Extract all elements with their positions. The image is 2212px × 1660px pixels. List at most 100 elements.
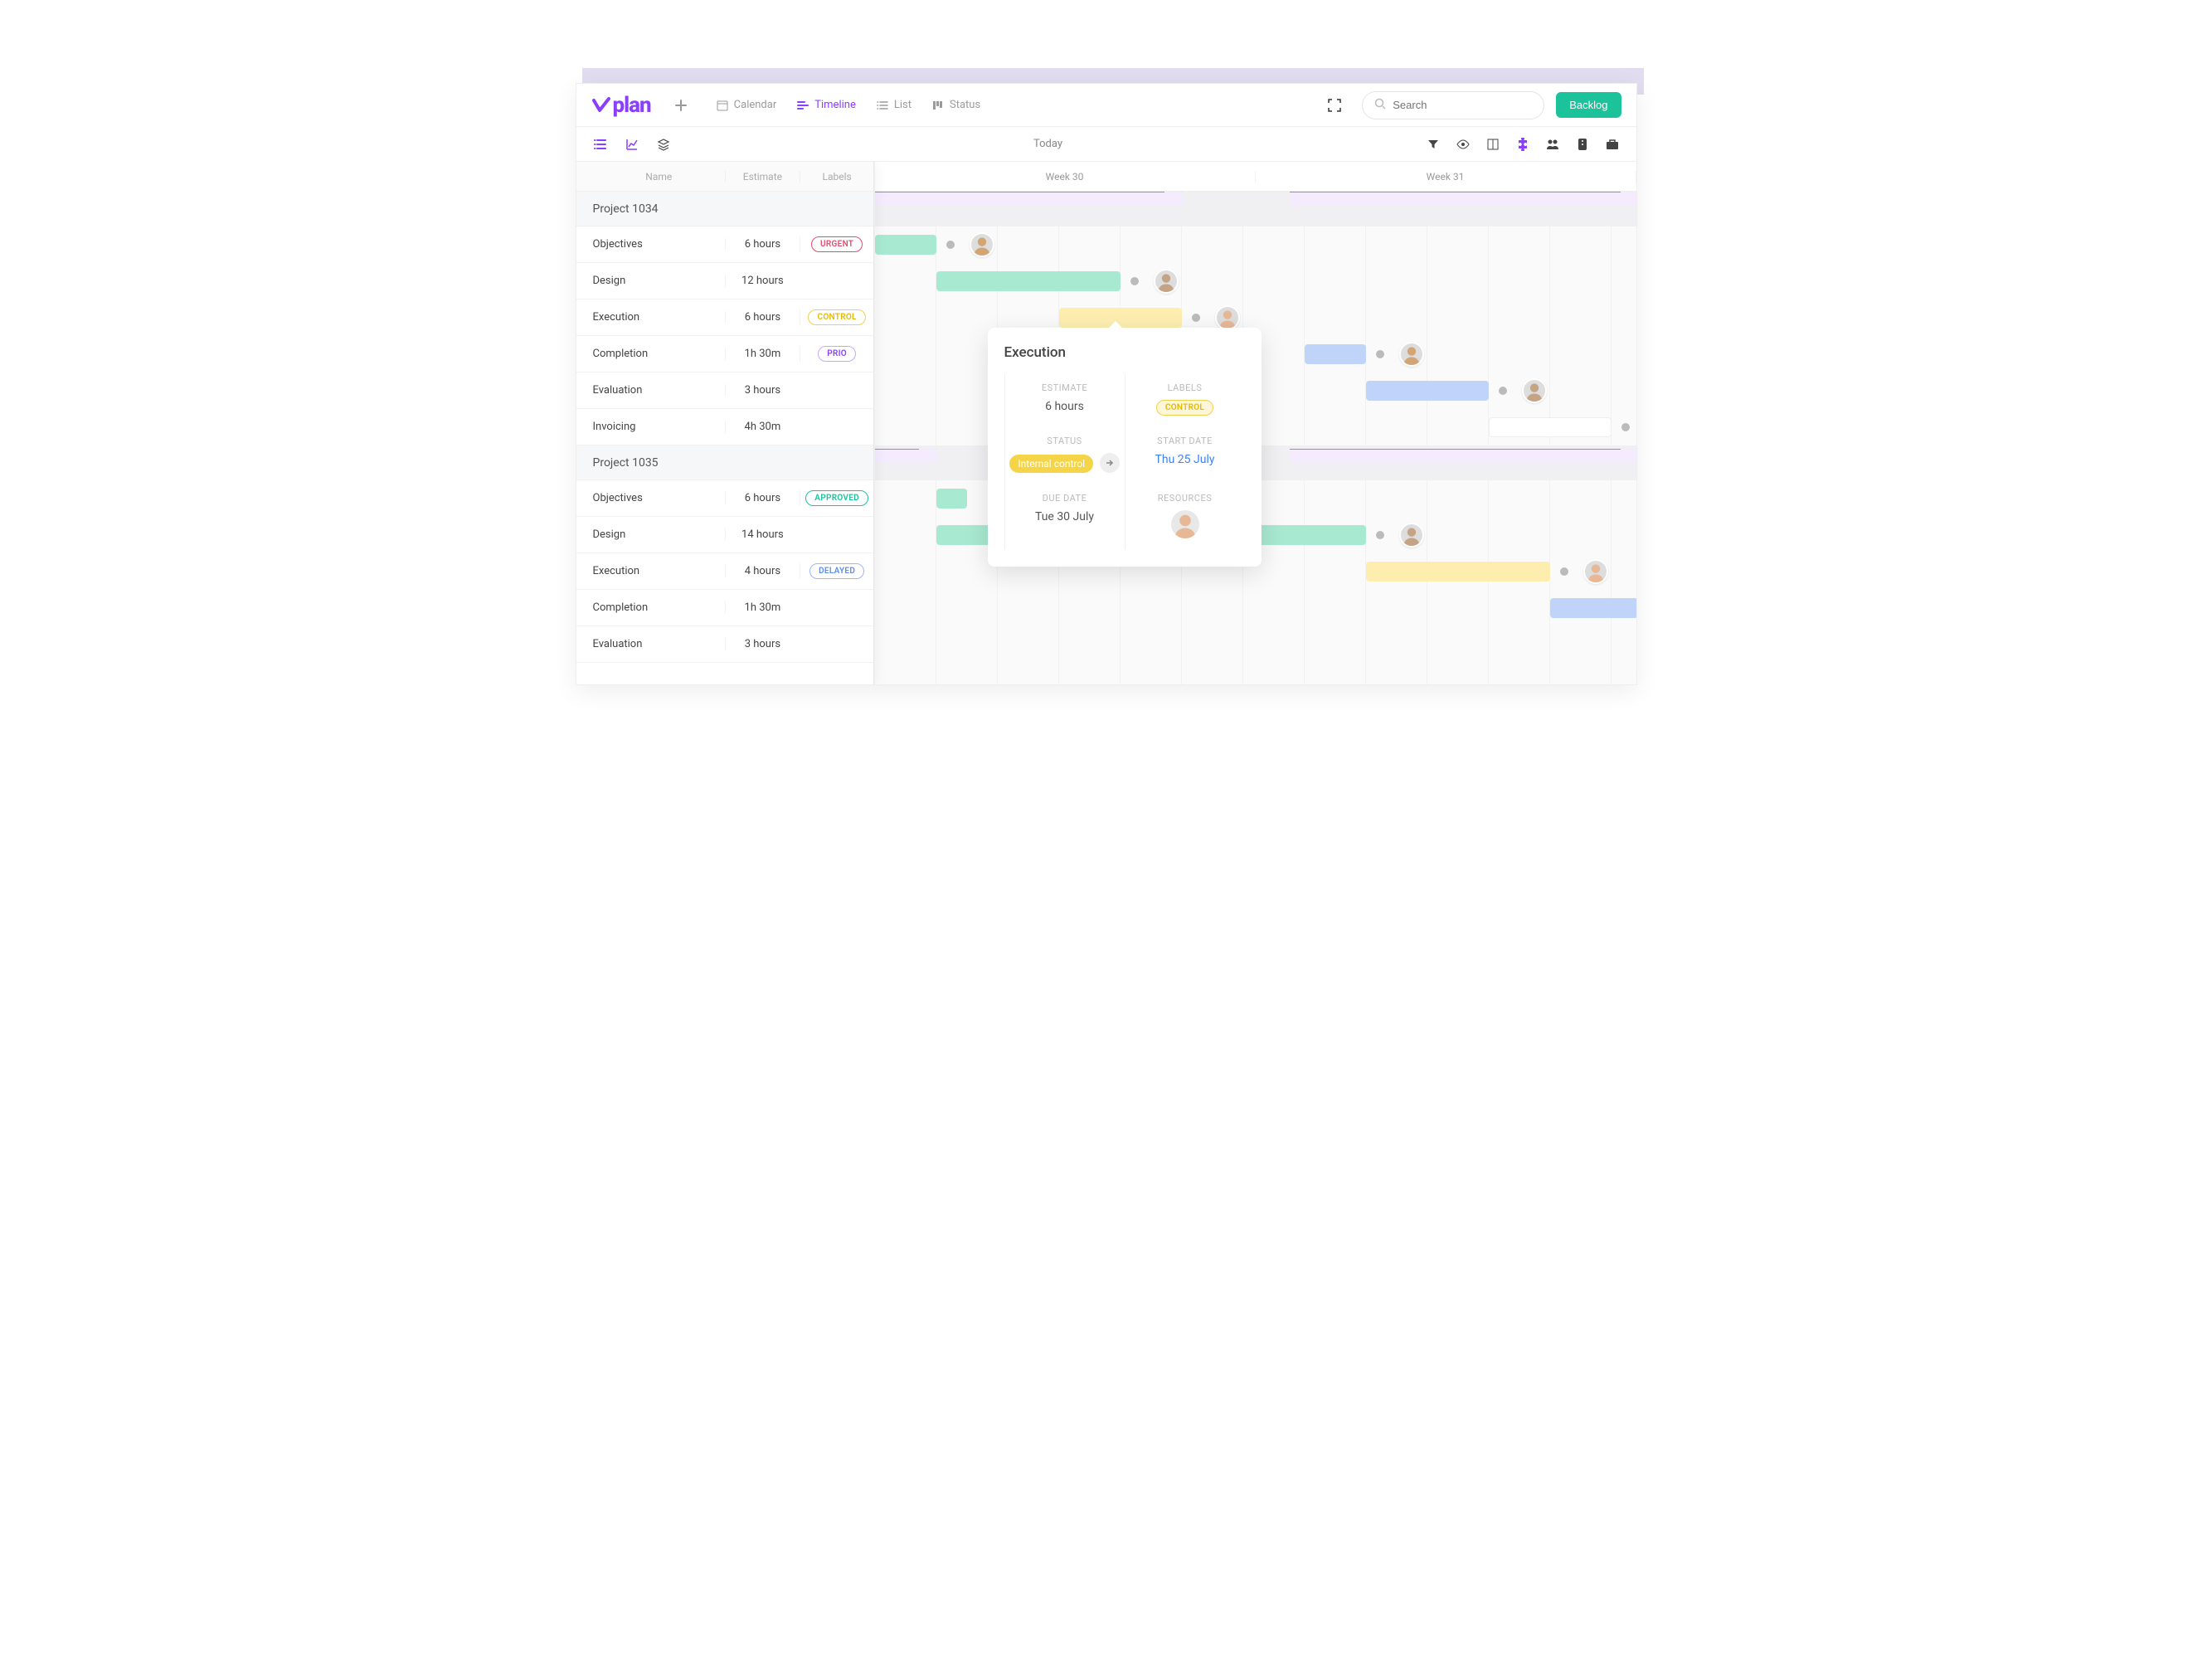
task-row[interactable]: Completion 1h 30m PRIO bbox=[576, 336, 874, 372]
search-box[interactable] bbox=[1362, 91, 1544, 119]
project-header-1035[interactable]: Project 1035 bbox=[576, 445, 874, 480]
list-icon bbox=[876, 99, 889, 112]
project-outline bbox=[1290, 192, 1636, 205]
gantt-bar[interactable] bbox=[1366, 562, 1550, 582]
backlog-button[interactable]: Backlog bbox=[1556, 92, 1621, 118]
today-label[interactable]: Today bbox=[673, 138, 1424, 150]
task-row[interactable]: Objectives 6 hours APPROVED bbox=[576, 480, 874, 517]
filter-icon[interactable] bbox=[1424, 135, 1442, 153]
tab-list[interactable]: List bbox=[868, 94, 920, 117]
tab-status-label: Status bbox=[950, 99, 980, 111]
task-row[interactable]: Completion 1h 30m bbox=[576, 590, 874, 626]
gantt-row bbox=[875, 263, 1636, 299]
left-panel: Name Estimate Labels Project 1034 Object… bbox=[576, 162, 875, 684]
task-row[interactable]: Invoicing 4h 30m bbox=[576, 409, 874, 445]
status-dot bbox=[1376, 531, 1384, 539]
week-headers: Week 30 Week 31 bbox=[875, 162, 1636, 192]
fullscreen-button[interactable] bbox=[1322, 93, 1347, 118]
pop-due-date: DUE DATE Tue 30 July bbox=[1004, 484, 1125, 550]
pop-start-date: START DATE Thu 25 July bbox=[1125, 427, 1245, 484]
status-dot bbox=[1376, 350, 1384, 358]
project-outline bbox=[875, 449, 936, 462]
logo-text: plan bbox=[613, 93, 651, 118]
gantt-bar[interactable] bbox=[1366, 381, 1489, 401]
avatar[interactable] bbox=[1215, 305, 1240, 330]
popover-title: Execution bbox=[1004, 344, 1245, 361]
status-dot bbox=[946, 241, 955, 249]
label-badge: DELAYED bbox=[809, 563, 864, 579]
tab-list-label: List bbox=[894, 99, 912, 111]
gantt-bar[interactable] bbox=[875, 235, 936, 255]
tool-list-icon[interactable] bbox=[591, 135, 610, 153]
avatar[interactable] bbox=[1522, 378, 1547, 403]
status-dot bbox=[1192, 314, 1200, 322]
status-pill[interactable]: Internal control bbox=[1009, 455, 1093, 473]
tool-layers-icon[interactable] bbox=[654, 135, 673, 153]
add-button[interactable] bbox=[669, 94, 693, 117]
task-popover: Execution ESTIMATE 6 hours LABELS CONTRO… bbox=[988, 328, 1262, 567]
column-headers: Name Estimate Labels bbox=[576, 162, 874, 192]
logo[interactable]: plan bbox=[591, 93, 651, 118]
pop-estimate: ESTIMATE 6 hours bbox=[1004, 374, 1125, 427]
pop-labels: LABELS CONTROL bbox=[1125, 374, 1245, 427]
status-dot bbox=[1560, 567, 1568, 576]
status-dot bbox=[1499, 387, 1507, 395]
project-outline bbox=[1290, 449, 1636, 462]
gantt-bar[interactable] bbox=[1305, 344, 1366, 364]
tool-chart-icon[interactable] bbox=[623, 135, 641, 153]
status-next-button[interactable] bbox=[1100, 453, 1120, 473]
gantt-row bbox=[875, 226, 1636, 263]
task-row[interactable]: Execution 4 hours DELAYED bbox=[576, 553, 874, 590]
resource-avatar[interactable] bbox=[1171, 510, 1199, 538]
view-tabs: Calendar Timeline List Status bbox=[707, 94, 989, 117]
tab-timeline-label: Timeline bbox=[814, 99, 856, 111]
avatar[interactable] bbox=[1154, 269, 1179, 294]
task-row[interactable]: Evaluation 3 hours bbox=[576, 626, 874, 663]
label-badge: PRIO bbox=[818, 346, 856, 362]
gantt-bar[interactable] bbox=[936, 271, 1121, 291]
main: Name Estimate Labels Project 1034 Object… bbox=[576, 162, 1636, 684]
task-row[interactable]: Execution 6 hours CONTROL bbox=[576, 299, 874, 336]
calendar-icon bbox=[716, 99, 729, 112]
eye-icon[interactable] bbox=[1454, 135, 1472, 153]
timeline-panel: Week 30 Week 31 bbox=[875, 162, 1636, 684]
task-row[interactable]: Evaluation 3 hours bbox=[576, 372, 874, 409]
tab-calendar[interactable]: Calendar bbox=[707, 94, 785, 117]
label-badge: URGENT bbox=[811, 236, 863, 252]
gantt-bar[interactable] bbox=[936, 489, 967, 509]
topbar: plan Calendar Timeline List bbox=[576, 84, 1636, 127]
search-icon bbox=[1374, 98, 1386, 113]
col-estimate: Estimate bbox=[725, 171, 800, 183]
project-outline bbox=[875, 192, 1182, 205]
task-row[interactable]: Design 12 hours bbox=[576, 263, 874, 299]
timeline-body[interactable]: Execution ESTIMATE 6 hours LABELS CONTRO… bbox=[875, 192, 1636, 684]
app-window: plan Calendar Timeline List bbox=[576, 83, 1637, 685]
col-labels: Labels bbox=[800, 171, 874, 183]
avatar[interactable] bbox=[1399, 523, 1424, 548]
users-icon[interactable] bbox=[1544, 135, 1562, 153]
gantt-row bbox=[875, 590, 1636, 626]
gantt-bar[interactable] bbox=[1550, 598, 1636, 618]
label-badge: CONTROL bbox=[1156, 400, 1213, 416]
server-icon[interactable] bbox=[1573, 135, 1592, 153]
tab-calendar-label: Calendar bbox=[734, 99, 777, 111]
avatar[interactable] bbox=[970, 232, 994, 257]
project-header-1034[interactable]: Project 1034 bbox=[576, 192, 874, 226]
briefcase-icon[interactable] bbox=[1603, 135, 1621, 153]
label-badge: APPROVED bbox=[805, 490, 868, 506]
timeline-icon bbox=[796, 99, 809, 112]
columns-icon[interactable] bbox=[1484, 135, 1502, 153]
gantt-bar[interactable] bbox=[1489, 417, 1612, 437]
status-icon bbox=[931, 99, 945, 112]
task-row[interactable]: Objectives 6 hours URGENT bbox=[576, 226, 874, 263]
puzzle-icon[interactable] bbox=[1514, 135, 1532, 153]
col-name: Name bbox=[576, 171, 726, 183]
label-badge: CONTROL bbox=[808, 309, 865, 325]
start-date-link[interactable]: Thu 25 July bbox=[1129, 453, 1242, 466]
search-input[interactable] bbox=[1393, 99, 1539, 111]
avatar[interactable] bbox=[1399, 342, 1424, 367]
avatar[interactable] bbox=[1583, 559, 1608, 584]
task-row[interactable]: Design 14 hours bbox=[576, 517, 874, 553]
tab-status[interactable]: Status bbox=[923, 94, 989, 117]
tab-timeline[interactable]: Timeline bbox=[788, 94, 864, 117]
